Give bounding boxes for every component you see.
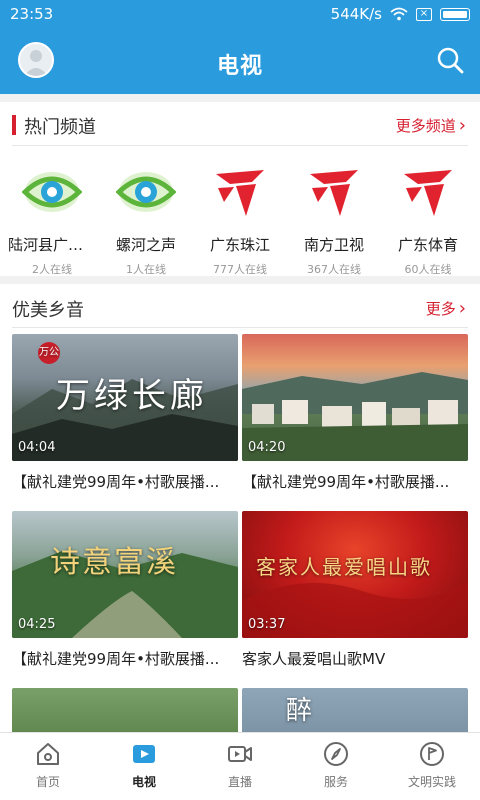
eye-logo-icon — [21, 172, 83, 212]
section-accent — [12, 115, 16, 135]
more-channels-link[interactable]: 更多频道 › — [396, 115, 466, 136]
nav-label: 服务 — [323, 775, 348, 789]
battery-icon — [440, 7, 470, 21]
music-section-title: 优美乡音 — [12, 300, 84, 321]
channel-online-count: 777人在线 — [213, 263, 267, 276]
hot-channels-title: 热门频道 — [24, 117, 96, 138]
nav-item-tv[interactable]: 电视 — [96, 741, 192, 790]
music-section-header: 优美乡音 更多 › — [0, 286, 480, 330]
overlay-text: 客家人最爱唱山歌 — [256, 555, 432, 579]
channel-item[interactable]: 陆河县广播... 2人在线 — [6, 150, 98, 277]
channel-online-count: 1人在线 — [126, 263, 166, 276]
status-icons: 544K/s × — [331, 5, 470, 23]
no-sim-icon: × — [416, 7, 432, 21]
nav-label: 直播 — [227, 775, 252, 789]
wifi-icon — [390, 7, 408, 21]
video-thumbnail[interactable]: 诗意富溪 04:25 — [12, 511, 238, 638]
nav-label: 电视 — [131, 775, 156, 789]
overlay-text: 诗意富溪 — [50, 545, 178, 580]
app-header: 电视 — [0, 28, 480, 94]
bottom-nav: 首页 电视 直播 服务 文明实践 — [0, 732, 480, 800]
video-thumbnail[interactable]: 04:20 — [242, 334, 468, 461]
channel-online-count: 60人在线 — [404, 263, 452, 276]
channel-name: 螺河之声 — [115, 236, 176, 254]
chevron-right-icon: › — [458, 298, 466, 319]
video-duration: 04:04 — [18, 440, 56, 455]
channel-online-count: 2人在线 — [32, 263, 72, 276]
channel-online-count: 367人在线 — [307, 263, 361, 276]
more-music-link[interactable]: 更多 › — [426, 298, 466, 319]
video-title: 客家人最爱唱山歌MV — [242, 650, 386, 668]
overlay-text: 万绿长廊 — [56, 376, 208, 416]
video-title: 【献礼建党99周年•村歌展播... — [12, 650, 220, 668]
video-camera-icon — [228, 746, 252, 762]
page-title: 电视 — [216, 54, 263, 79]
video-duration: 04:20 — [248, 440, 286, 455]
more-music-label: 更多 — [425, 300, 456, 318]
badge-text: 万公 — [38, 342, 60, 364]
gdtv-logo-icon — [404, 170, 452, 216]
video-title: 【献礼建党99周年•村歌展播... — [242, 473, 450, 491]
compass-icon — [324, 742, 348, 766]
channel-item[interactable]: 螺河之声 1人在线 — [100, 150, 192, 277]
flag-circle-icon — [420, 742, 444, 766]
nav-item-service[interactable]: 服务 — [288, 741, 384, 790]
divider — [0, 94, 480, 102]
network-speed: 544K/s — [330, 5, 382, 23]
divider — [12, 145, 468, 146]
video-duration: 04:25 — [18, 617, 56, 632]
divider — [12, 327, 468, 328]
channel-name: 南方卫视 — [303, 236, 364, 254]
divider — [0, 276, 480, 284]
tv-play-icon — [133, 745, 155, 763]
video-card[interactable]: 04:20 【献礼建党99周年•村歌展播... — [242, 334, 468, 492]
video-card[interactable]: 客家人最爱唱山歌 03:37 客家人最爱唱山歌MV — [242, 511, 468, 669]
video-card[interactable]: 诗意富溪 04:25 【献礼建党99周年•村歌展播... — [12, 511, 238, 669]
video-title: 【献礼建党99周年•村歌展播... — [12, 473, 220, 491]
channel-item[interactable]: 广东珠江 777人在线 — [194, 150, 286, 277]
channel-name: 广东珠江 — [209, 236, 270, 254]
nav-label: 文明实践 — [407, 775, 456, 789]
home-icon — [37, 743, 59, 765]
status-bar: 23:53 544K/s × — [0, 0, 480, 28]
gdtv-logo-icon — [216, 170, 264, 216]
video-card[interactable]: 万公 万绿长廊 04:04 【献礼建党99周年•村歌展播... — [12, 334, 238, 492]
nav-item-home[interactable]: 首页 — [0, 741, 96, 790]
channel-name: 广东体育 — [397, 236, 458, 254]
channel-item[interactable]: 广东体育 60人在线 — [382, 150, 474, 277]
video-thumbnail[interactable]: 万公 万绿长廊 04:04 — [12, 334, 238, 461]
channel-name: 陆河县广播... — [8, 236, 98, 254]
search-icon[interactable] — [436, 46, 464, 74]
hot-channels-header: 热门频道 更多频道 › — [0, 103, 480, 147]
channel-list: 陆河县广播... 2人在线 螺河之声 1人在线 广东珠江 777人在线 南方卫视… — [0, 150, 480, 276]
status-time: 23:53 — [10, 5, 54, 23]
top-bar: 23:53 544K/s × 电视 — [0, 0, 480, 94]
more-channels-label: 更多频道 — [395, 117, 456, 135]
video-thumbnail[interactable]: 客家人最爱唱山歌 03:37 — [242, 511, 468, 638]
chevron-right-icon: › — [458, 115, 466, 136]
overlay-text: 醉 — [286, 696, 313, 726]
channel-item[interactable]: 南方卫视 367人在线 — [288, 150, 380, 277]
gdtv-logo-icon — [310, 170, 358, 216]
nav-item-civilization[interactable]: 文明实践 — [384, 741, 480, 790]
eye-logo-icon — [115, 172, 177, 212]
video-duration: 03:37 — [248, 617, 286, 632]
nav-item-live[interactable]: 直播 — [192, 741, 288, 790]
nav-label: 首页 — [35, 775, 60, 789]
